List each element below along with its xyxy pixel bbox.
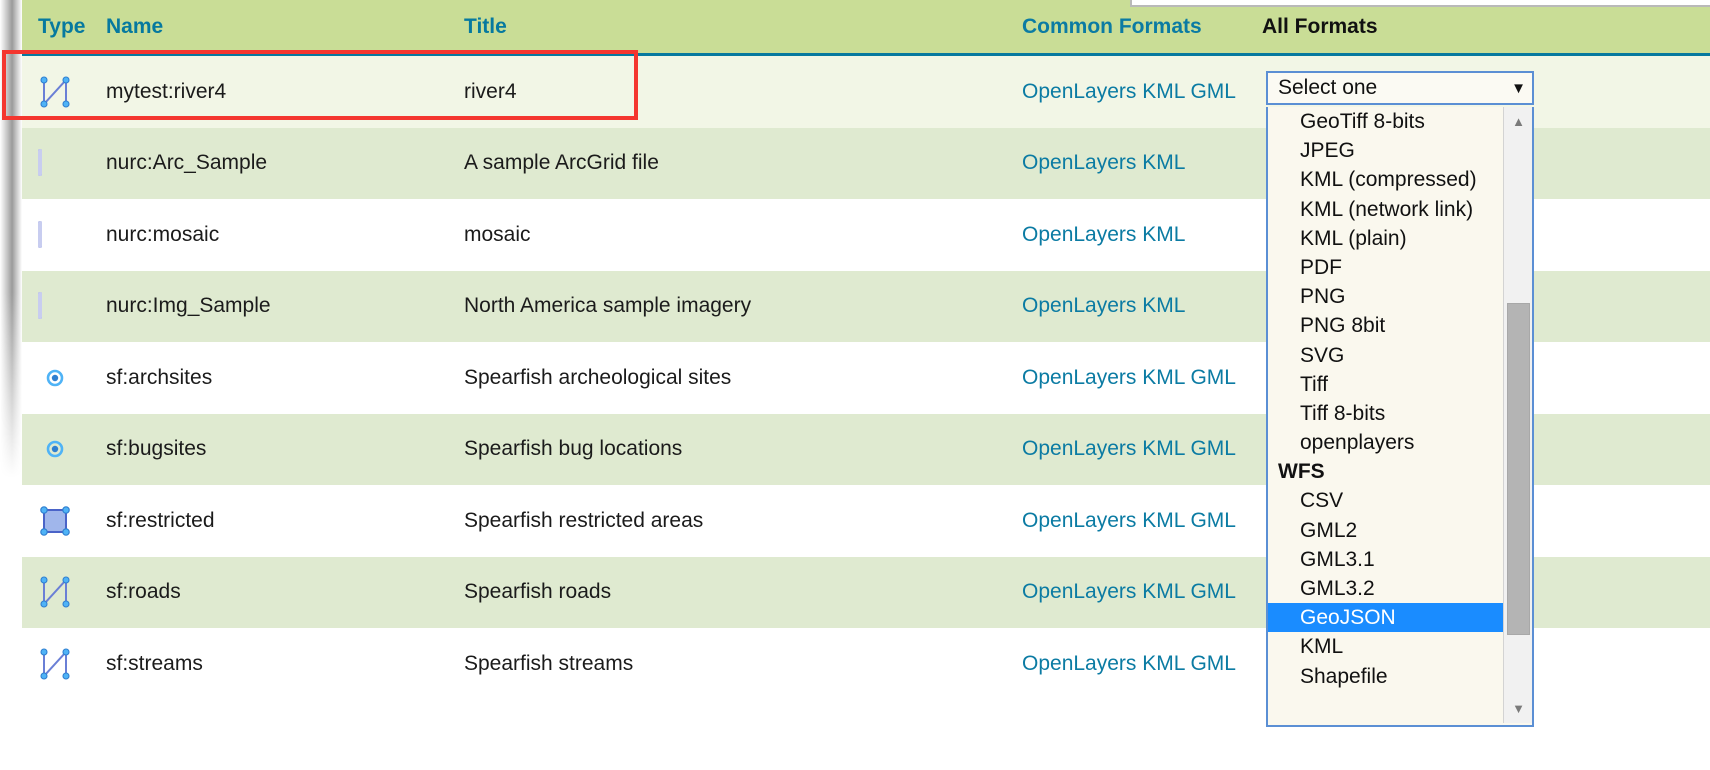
row-title-cell: mosaic xyxy=(464,222,531,246)
select-option[interactable]: PNG xyxy=(1268,282,1503,311)
column-header-type[interactable]: Type xyxy=(38,15,98,39)
row-common-formats-cell: OpenLayers KML GML xyxy=(1022,437,1236,461)
scroll-up-arrow-glyph: ▲ xyxy=(1512,114,1525,129)
raster-geometry-icon xyxy=(38,149,42,177)
row-common-formats-cell: OpenLayers KML GML xyxy=(1022,509,1236,533)
select-selected-label: Select one xyxy=(1278,76,1378,99)
select-option[interactable]: PNG 8bit xyxy=(1268,311,1503,340)
row-title-cell: Spearfish restricted areas xyxy=(464,508,704,532)
select-option[interactable]: GML2 xyxy=(1268,516,1503,545)
column-header-title[interactable]: Title xyxy=(464,15,507,39)
row-common-formats-cell: OpenLayers KML GML xyxy=(1022,80,1236,104)
row-title-cell: A sample ArcGrid file xyxy=(464,151,659,175)
select-option[interactable]: KML (plain) xyxy=(1268,224,1503,253)
row-type-cell xyxy=(38,504,98,538)
row-common-formats-cell: OpenLayers KML xyxy=(1022,294,1185,318)
common-formats-links[interactable]: OpenLayers KML GML xyxy=(1022,80,1236,103)
row-name-cell: sf:archsites xyxy=(106,365,213,389)
column-header-common-formats: Common Formats xyxy=(1022,15,1202,38)
select-option[interactable]: GML3.1 xyxy=(1268,545,1503,574)
select-option-group-label: WFS xyxy=(1278,460,1325,484)
chevron-down-icon: ▼ xyxy=(1511,79,1526,97)
row-type-cell xyxy=(38,292,98,320)
row-common-formats-cell: OpenLayers KML xyxy=(1022,151,1185,175)
row-common-formats-cell: OpenLayers KML GML xyxy=(1022,366,1236,390)
select-option[interactable]: KML xyxy=(1268,632,1503,661)
select-option[interactable]: openplayers xyxy=(1268,428,1503,457)
select-option[interactable]: GML3.2 xyxy=(1268,574,1503,603)
select-option[interactable]: GeoTiff 8-bits xyxy=(1268,107,1503,136)
line-geometry-icon xyxy=(38,575,72,609)
row-common-formats-cell: OpenLayers KML GML xyxy=(1022,580,1236,604)
row-type-cell xyxy=(38,647,98,681)
row-name-cell: nurc:Arc_Sample xyxy=(106,151,268,175)
select-trigger[interactable]: Select one ▼ xyxy=(1266,71,1534,105)
column-header-all-formats: All Formats xyxy=(1262,15,1378,38)
select-option[interactable]: GeoJSON xyxy=(1268,603,1503,633)
row-name-cell: sf:bugsites xyxy=(106,437,207,461)
browser-left-edge-shadow xyxy=(0,0,22,770)
common-formats-links[interactable]: OpenLayers KML GML xyxy=(1022,366,1236,389)
row-name-cell: nurc:Img_Sample xyxy=(106,294,271,318)
row-title-cell: Spearfish roads xyxy=(464,580,612,604)
select-option[interactable]: Shapefile xyxy=(1268,662,1503,691)
select-option[interactable]: JPEG xyxy=(1268,136,1503,165)
common-formats-links[interactable]: OpenLayers KML xyxy=(1022,294,1185,317)
row-name-cell: sf:streams xyxy=(106,651,203,675)
row-title-cell: river4 xyxy=(464,79,517,103)
scrollbar-thumb[interactable] xyxy=(1507,303,1530,635)
row-type-cell xyxy=(38,75,98,109)
row-title-cell: Spearfish bug locations xyxy=(464,437,683,461)
select-option[interactable]: KML (compressed) xyxy=(1268,165,1503,194)
select-option[interactable]: SVG xyxy=(1268,341,1503,370)
column-header-name[interactable]: Name xyxy=(106,15,163,39)
raster-geometry-icon xyxy=(38,220,42,248)
scroll-up-arrow-icon[interactable]: ▲ xyxy=(1504,107,1532,136)
select-option[interactable]: KML (network link) xyxy=(1268,195,1503,224)
scroll-down-arrow-icon[interactable]: ▼ xyxy=(1504,694,1532,723)
row-title-cell: Spearfish streams xyxy=(464,651,634,675)
point-geometry-icon xyxy=(38,432,72,466)
row-type-cell xyxy=(38,149,98,177)
common-formats-links[interactable]: OpenLayers KML GML xyxy=(1022,652,1236,675)
common-formats-links[interactable]: OpenLayers KML GML xyxy=(1022,580,1236,603)
common-formats-links[interactable]: OpenLayers KML xyxy=(1022,151,1185,174)
row-name-cell: mytest:river4 xyxy=(106,79,227,103)
row-common-formats-cell: OpenLayers KML xyxy=(1022,223,1185,247)
row-type-cell xyxy=(38,432,98,466)
row-title-cell: North America sample imagery xyxy=(464,294,752,318)
select-option[interactable]: Tiff 8-bits xyxy=(1268,399,1503,428)
line-geometry-icon xyxy=(38,75,72,109)
select-options-container: GeoTiff 8-bits JPEG KML (compressed) KML (n… xyxy=(1268,107,1503,691)
row-title-cell: Spearfish archeological sites xyxy=(464,365,732,389)
common-formats-links[interactable]: OpenLayers KML xyxy=(1022,223,1185,246)
table-header-row: Type Name Title Common Formats All Forma… xyxy=(22,0,1710,56)
row-type-cell xyxy=(38,220,98,248)
select-option[interactable]: PDF xyxy=(1268,253,1503,282)
scroll-down-arrow-glyph: ▼ xyxy=(1512,701,1525,716)
select-option[interactable]: CSV xyxy=(1268,486,1503,515)
page-frame-fragment xyxy=(1130,0,1710,7)
common-formats-links[interactable]: OpenLayers KML GML xyxy=(1022,509,1236,532)
point-geometry-icon xyxy=(38,361,72,395)
dropdown-scrollbar[interactable]: ▲ ▼ xyxy=(1503,107,1532,723)
row-name-cell: nurc:mosaic xyxy=(106,222,220,246)
line-geometry-icon xyxy=(38,647,72,681)
row-type-cell xyxy=(38,361,98,395)
select-options-list[interactable]: GeoTiff 8-bits JPEG KML (compressed) KML (n… xyxy=(1266,107,1534,727)
common-formats-links[interactable]: OpenLayers KML GML xyxy=(1022,437,1236,460)
polygon-geometry-icon xyxy=(38,504,72,538)
row-type-cell xyxy=(38,575,98,609)
row-name-cell: sf:restricted xyxy=(106,508,215,532)
all-formats-select[interactable]: Select one ▼ GeoTiff 8-bits JPEG KML (comp… xyxy=(1266,71,1534,727)
row-name-cell: sf:roads xyxy=(106,580,181,604)
raster-geometry-icon xyxy=(38,292,42,320)
row-common-formats-cell: OpenLayers KML GML xyxy=(1022,652,1236,676)
select-option[interactable]: Tiff xyxy=(1268,370,1503,399)
